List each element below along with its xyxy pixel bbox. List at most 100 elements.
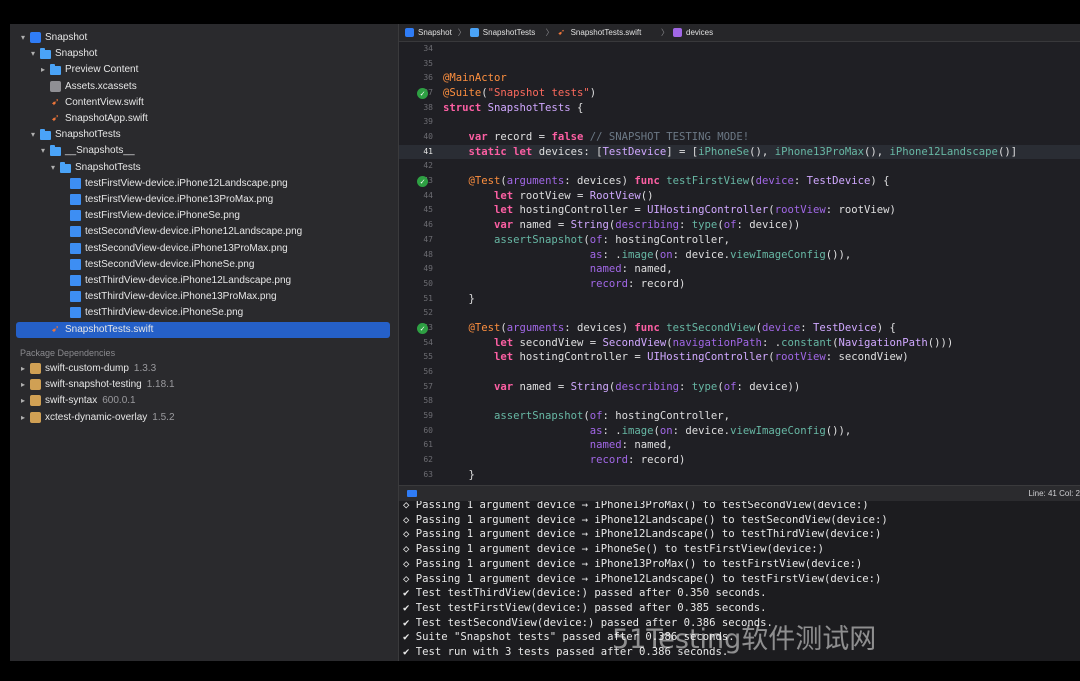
navigator-item[interactable]: testThirdView-device.iPhone12Landscape.p… bbox=[10, 273, 398, 289]
code-line[interactable]: 41 static let devices: [TestDevice] = [i… bbox=[399, 144, 1080, 159]
code-line[interactable]: 34 bbox=[399, 42, 1080, 56]
code-line[interactable]: 62 record: record) bbox=[399, 453, 1080, 467]
app-icon bbox=[405, 28, 414, 37]
image-file-icon bbox=[70, 177, 81, 189]
code-line[interactable]: 57 var named = String(describing: type(o… bbox=[399, 380, 1080, 394]
line-number: 40 bbox=[423, 132, 433, 142]
code-line[interactable]: 52 bbox=[399, 306, 1080, 320]
navigator-item[interactable]: ▾ SnapshotTests bbox=[10, 127, 398, 143]
chevron-right-icon[interactable]: ▸ bbox=[18, 377, 28, 393]
image-file-icon bbox=[70, 194, 81, 205]
code-token: as bbox=[589, 424, 603, 437]
debug-area-toggle-icon[interactable] bbox=[407, 490, 417, 497]
console-line: ◇ Passing 1 argument device → iPhoneSe()… bbox=[403, 543, 824, 556]
code-token: () bbox=[640, 189, 654, 202]
code-line[interactable]: 42 bbox=[399, 159, 1080, 173]
navigator-item-label: testThirdView-device.iPhone13ProMax.png bbox=[85, 291, 277, 303]
navigator-item[interactable]: testFirstView-device.iPhone13ProMax.png bbox=[10, 192, 398, 208]
code-token: : bbox=[793, 175, 807, 188]
code-area[interactable]: 34 35 36 @MainActor 37 ✓ @Suite("Snapshot test… bbox=[399, 42, 1080, 484]
navigator-item[interactable]: testFirstView-device.iPhone12Landscape.p… bbox=[10, 176, 398, 192]
code-token: of bbox=[723, 219, 737, 232]
navigator-item[interactable]: testSecondView-device.iPhone12Landscape.… bbox=[10, 224, 398, 240]
package-item[interactable]: ▸ swift-syntax 600.0.1 bbox=[10, 393, 398, 409]
code-line[interactable]: 58 bbox=[399, 394, 1080, 408]
code-line[interactable]: 36 @MainActor bbox=[399, 71, 1080, 85]
code-line[interactable]: 40 var record = false // SNAPSHOT TESTIN… bbox=[399, 130, 1080, 144]
package-item[interactable]: ▸ swift-snapshot-testing 1.18.1 bbox=[10, 377, 398, 393]
navigator-item[interactable]: ▸ Preview Content bbox=[10, 62, 398, 78]
chevron-down-icon[interactable]: ▾ bbox=[38, 143, 48, 159]
navigator-item[interactable]: ▾ Snapshot bbox=[10, 30, 398, 46]
code-line[interactable]: 53 ✓ @Test(arguments: devices) func testS… bbox=[399, 321, 1080, 335]
navigator-item[interactable]: ▾ Snapshot bbox=[10, 46, 398, 62]
code-token: func bbox=[634, 175, 667, 188]
navigator-item[interactable]: testSecondView-device.iPhoneSe.png bbox=[10, 257, 398, 273]
code-token: (), bbox=[863, 145, 890, 158]
code-token: String bbox=[570, 219, 609, 232]
package-item[interactable]: ▸ swift-custom-dump 1.3.3 bbox=[10, 361, 398, 377]
source-editor: Snapshot 〉 SnapshotTests 〉 ➹ SnapshotTests.sw… bbox=[399, 24, 1080, 661]
code-line[interactable]: 45 let hostingController = UIHostingCont… bbox=[399, 203, 1080, 217]
code-text: var named = String(describing: type(of: … bbox=[443, 218, 800, 232]
chevron-down-icon[interactable]: ▾ bbox=[28, 127, 38, 143]
package-dependencies-header: Package Dependencies bbox=[20, 348, 116, 358]
package-item[interactable]: ▸ xctest-dynamic-overlay 1.5.2 bbox=[10, 410, 398, 426]
navigator-item[interactable]: testFirstView-device.iPhoneSe.png bbox=[10, 208, 398, 224]
code-line[interactable]: 56 bbox=[399, 365, 1080, 379]
chevron-right-icon[interactable]: ▸ bbox=[38, 62, 48, 78]
code-line[interactable]: 39 bbox=[399, 115, 1080, 129]
navigator-item[interactable]: ▾ __Snapshots__ bbox=[10, 143, 398, 159]
chevron-right-icon[interactable]: ▸ bbox=[18, 393, 28, 409]
code-line[interactable]: 38 struct SnapshotTests { bbox=[399, 101, 1080, 115]
navigator-item[interactable]: testSecondView-device.iPhone13ProMax.png bbox=[10, 241, 398, 257]
console-line: ◇ Passing 1 argument device → iPhone12La… bbox=[403, 528, 882, 541]
chevron-right-icon[interactable]: ▸ bbox=[18, 361, 28, 377]
code-line[interactable]: 59 assertSnapshot(of: hostingController, bbox=[399, 409, 1080, 423]
code-line[interactable]: 60 as: .image(on: device.viewImageConfig… bbox=[399, 424, 1080, 438]
navigator-item[interactable]: ➹ SnapshotTests.swift bbox=[10, 321, 398, 338]
test-passed-icon[interactable]: ✓ bbox=[417, 322, 428, 334]
code-line[interactable]: 43 ✓ @Test(arguments: devices) func testF… bbox=[399, 174, 1080, 188]
code-line[interactable]: 35 bbox=[399, 57, 1080, 71]
code-text: assertSnapshot(of: hostingController, bbox=[443, 233, 730, 247]
line-number: 44 bbox=[423, 190, 433, 200]
test-passed-icon[interactable]: ✓ bbox=[417, 88, 428, 100]
code-token: let bbox=[494, 336, 520, 349]
code-token: ) bbox=[589, 87, 597, 100]
code-token: testSecondView bbox=[666, 321, 756, 334]
code-line[interactable]: 54 let secondView = SecondView(navigatio… bbox=[399, 336, 1080, 350]
code-line[interactable]: 44 let rootView = RootView() bbox=[399, 189, 1080, 203]
code-line[interactable]: 63 } bbox=[399, 468, 1080, 482]
code-token: devices: [ bbox=[538, 145, 603, 158]
code-line[interactable]: 46 var named = String(describing: type(o… bbox=[399, 218, 1080, 232]
breadcrumb-item[interactable]: SnapshotTests bbox=[483, 24, 535, 41]
breadcrumb-item[interactable]: devices bbox=[686, 24, 713, 41]
navigator-item[interactable]: testThirdView-device.iPhone13ProMax.png bbox=[10, 289, 398, 305]
navigator-item[interactable]: ➹ SnapshotApp.swift bbox=[10, 111, 398, 127]
navigator-item[interactable]: Assets.xcassets bbox=[10, 79, 398, 95]
navigator-item[interactable]: ▾ SnapshotTests bbox=[10, 160, 398, 176]
breadcrumb-item[interactable]: Snapshot bbox=[418, 24, 452, 41]
breadcrumb-item[interactable]: SnapshotTests.swift bbox=[571, 24, 642, 41]
code-line[interactable]: 51 } bbox=[399, 292, 1080, 306]
code-line[interactable]: 48 as: .image(on: device.viewImageConfig… bbox=[399, 248, 1080, 262]
code-line[interactable]: 55 let hostingController = UIHostingCont… bbox=[399, 350, 1080, 364]
code-text: var named = String(describing: type(of: … bbox=[443, 380, 800, 394]
code-line[interactable]: 49 named: named, bbox=[399, 262, 1080, 276]
code-token: iPhoneSe bbox=[698, 145, 750, 158]
chevron-down-icon[interactable]: ▾ bbox=[18, 30, 28, 46]
code-line[interactable]: 37 ✓ @Suite("Snapshot tests") bbox=[399, 86, 1080, 100]
chevron-down-icon[interactable]: ▾ bbox=[48, 160, 58, 176]
chevron-down-icon[interactable]: ▾ bbox=[28, 46, 38, 62]
navigator-item[interactable]: ➹ ContentView.swift bbox=[10, 95, 398, 111]
navigator-item[interactable]: testThirdView-device.iPhoneSe.png bbox=[10, 305, 398, 321]
folder-icon bbox=[50, 145, 61, 157]
code-line[interactable]: 61 named: named, bbox=[399, 438, 1080, 452]
code-token: var bbox=[494, 380, 520, 393]
code-line[interactable]: 50 record: record) bbox=[399, 277, 1080, 291]
code-line[interactable]: 47 assertSnapshot(of: hostingController, bbox=[399, 233, 1080, 247]
chevron-right-icon[interactable]: ▸ bbox=[18, 410, 28, 426]
